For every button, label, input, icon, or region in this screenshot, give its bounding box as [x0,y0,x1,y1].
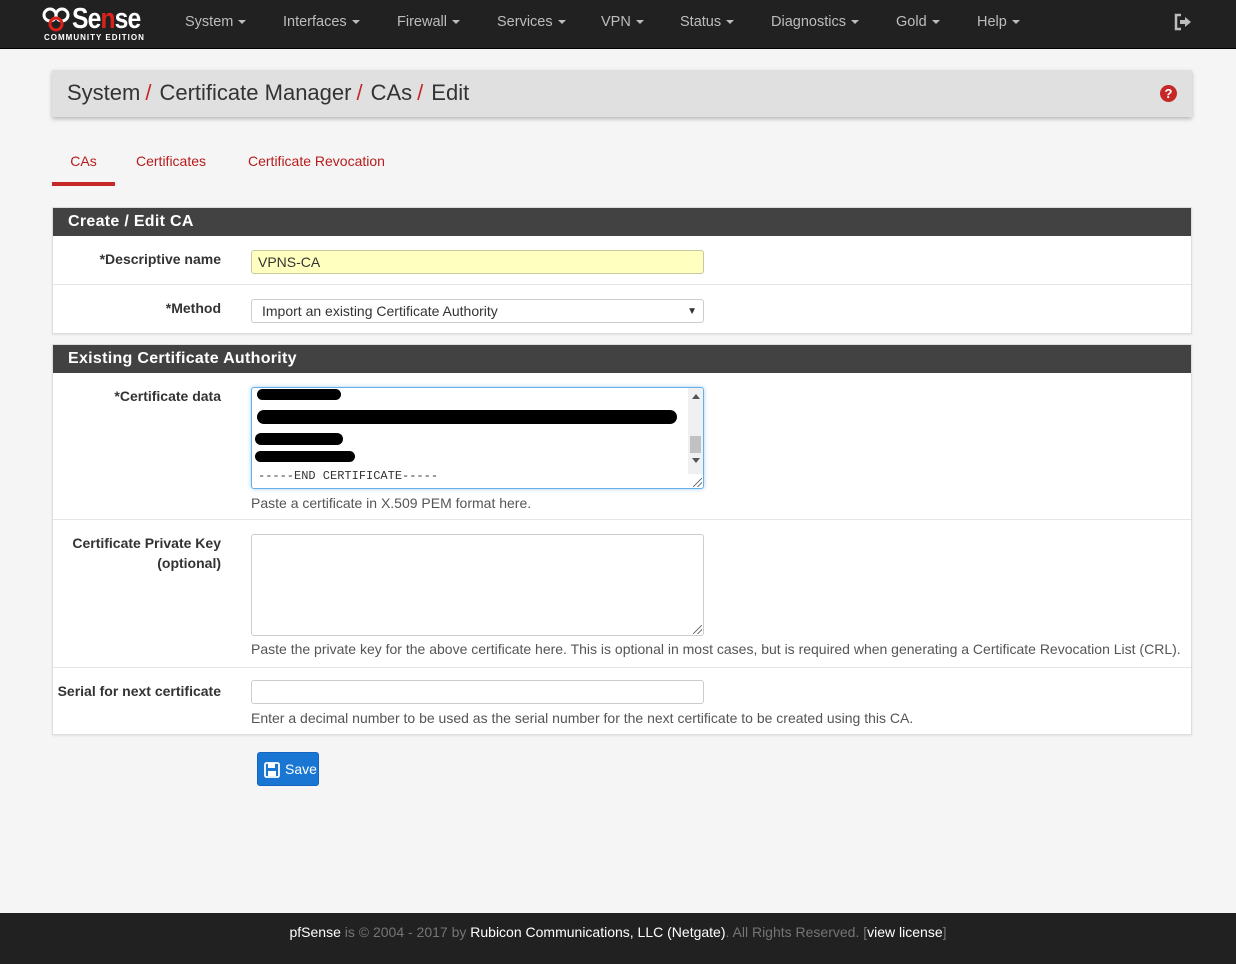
scroll-up-icon[interactable] [692,394,700,399]
nav-diagnostics[interactable]: Diagnostics [771,0,859,44]
chevron-down-icon [238,20,247,25]
logo-rings-icon [42,7,70,32]
redacted-mark [257,410,677,424]
private-key-hint: Paste the private key for the above cert… [251,641,1181,657]
footer-rights: . All Rights Reserved. [ [725,924,868,940]
nav-status[interactable]: Status [680,0,735,44]
page-footer: pfSense is © 2004 - 2017 by Rubicon Comm… [0,913,1236,964]
breadcrumb-separator: / [356,80,363,105]
breadcrumb-cas[interactable]: CAs [371,80,413,105]
view-license-link[interactable]: view license [867,924,942,940]
private-key-label-line1: Certificate Private Key [72,535,221,551]
redacted-mark [255,433,343,445]
private-key-label-line2: (optional) [157,555,221,571]
logo-subtitle: COMMUNITY EDITION [44,33,145,42]
textarea-scrollbar[interactable] [688,388,703,474]
nav-system[interactable]: System [185,0,247,44]
descriptive-name-label: *Descriptive name [99,251,221,267]
redacted-mark [257,389,341,400]
nav-firewall[interactable]: Firewall [397,0,460,44]
method-label: *Method [165,300,221,316]
breadcrumb-separator: / [417,80,424,105]
private-key-row: Certificate Private Key (optional) Paste… [53,520,1191,668]
serial-label: Serial for next certificate [57,683,221,699]
method-select[interactable]: Import an existing Certificate Authority… [251,299,704,323]
serial-hint: Enter a decimal number to be used as the… [251,710,914,726]
certificate-end-line: -----END CERTIFICATE----- [258,469,439,483]
caret-down-icon: ▼ [687,306,697,317]
chevron-down-icon [451,20,460,25]
tab-certificates[interactable]: Certificates [136,150,206,186]
serial-row: Serial for next certificate Enter a deci… [53,668,1191,734]
private-key-textarea[interactable] [251,534,704,636]
certificate-data-textarea[interactable]: -----END CERTIFICATE----- [251,387,704,489]
descriptive-name-row: *Descriptive name VPNS-CA [53,236,1191,285]
logout-icon[interactable] [1173,12,1193,32]
breadcrumb-system[interactable]: System [67,80,140,105]
nav-vpn[interactable]: VPN [601,0,644,44]
save-button[interactable]: Save [257,752,319,786]
save-label: Save [285,761,317,777]
tab-certificate-revocation[interactable]: Certificate Revocation [248,150,385,186]
private-key-label: Certificate Private Key (optional) [72,533,221,573]
chevron-down-icon [1011,20,1020,25]
chevron-down-icon [635,20,644,25]
footer-brand[interactable]: pfSense [289,924,340,940]
tab-cas[interactable]: CAs [52,150,115,186]
serial-input[interactable] [251,680,704,704]
scroll-down-icon[interactable] [692,458,700,463]
nav-interfaces[interactable]: Interfaces [283,0,360,44]
nav-services[interactable]: Services [497,0,566,44]
existing-ca-panel: Existing Certificate Authority *Certific… [52,344,1192,735]
breadcrumb: System / Certificate Manager / CAs / Edit [67,80,469,106]
redacted-mark [255,451,355,462]
footer-text: is © 2004 - 2017 by [344,924,467,940]
footer-bracket: ] [942,924,947,940]
certificate-data-label: *Certificate data [114,388,221,404]
top-navbar: Sense COMMUNITY EDITION System Interface… [0,0,1236,49]
certificate-data-row: *Certificate data -----END CERTIFICATE--… [53,373,1191,520]
resize-handle-icon[interactable] [693,478,702,487]
descriptive-name-input[interactable]: VPNS-CA [251,250,704,274]
breadcrumb-panel: System / Certificate Manager / CAs / Edit ? [52,70,1192,117]
chevron-down-icon [850,20,859,25]
breadcrumb-separator: / [145,80,152,105]
method-row: *Method Import an existing Certificate A… [53,285,1191,333]
panel-title: Existing Certificate Authority [53,345,1191,373]
scroll-thumb[interactable] [690,436,701,453]
logo-wordmark: Sense [72,3,141,35]
help-icon[interactable]: ? [1160,85,1177,102]
footer-company-link[interactable]: Rubicon Communications, LLC (Netgate) [470,924,725,940]
pfsense-logo[interactable]: Sense COMMUNITY EDITION [42,3,154,43]
chevron-down-icon [726,20,735,25]
chevron-down-icon [931,20,940,25]
certificate-data-hint: Paste a certificate in X.509 PEM format … [251,495,532,511]
create-edit-ca-panel: Create / Edit CA *Descriptive name VPNS-… [52,207,1192,334]
panel-title: Create / Edit CA [53,208,1191,236]
resize-handle-icon[interactable] [693,625,702,634]
nav-help[interactable]: Help [977,0,1020,44]
method-selected-value: Import an existing Certificate Authority [262,303,498,319]
breadcrumb-edit: Edit [431,80,470,105]
chevron-down-icon [351,20,360,25]
breadcrumb-certificate-manager[interactable]: Certificate Manager [159,80,351,105]
chevron-down-icon [557,20,566,25]
save-icon [264,762,280,778]
nav-gold[interactable]: Gold [896,0,940,44]
